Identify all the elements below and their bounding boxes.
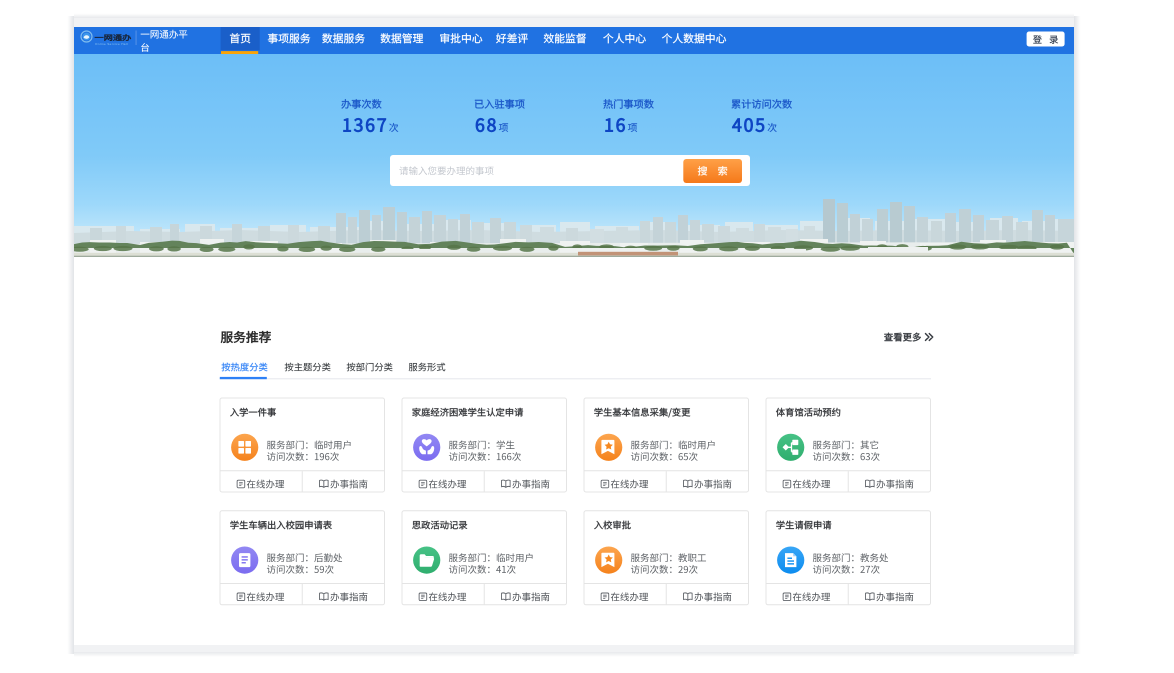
svg-text:Online Service Hall: Online Service Hall (95, 42, 128, 46)
